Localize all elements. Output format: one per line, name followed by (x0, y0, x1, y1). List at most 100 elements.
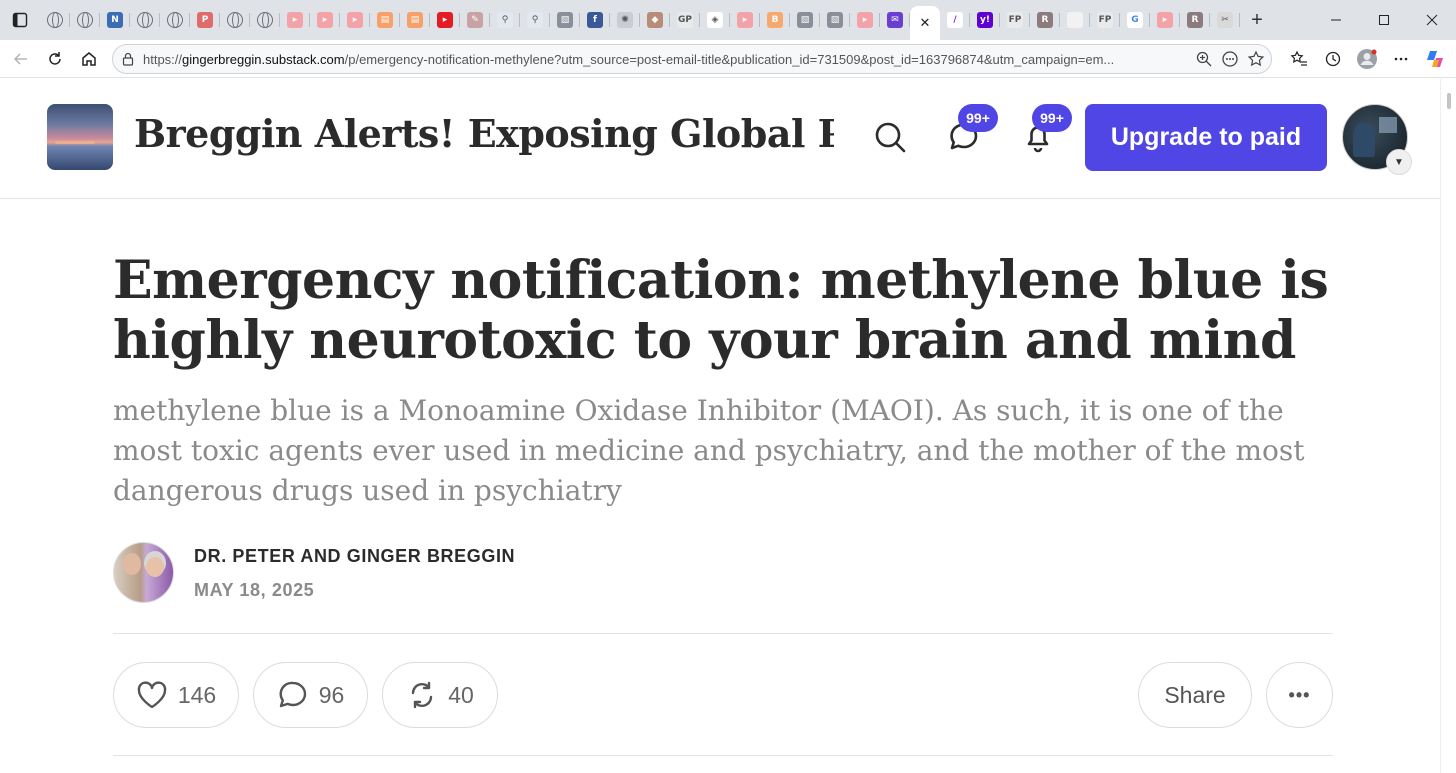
tab[interactable]: ▧ (820, 4, 850, 36)
tab[interactable]: G (1120, 4, 1150, 36)
close-window-icon (1426, 14, 1438, 26)
author-name[interactable]: DR. PETER AND GINGER BREGGIN (194, 546, 515, 567)
close-window-button[interactable] (1408, 0, 1456, 40)
tab[interactable]: ✉ (880, 4, 910, 36)
yahoo-slash-favicon-icon: / (947, 12, 963, 28)
tab[interactable]: ⚲ (520, 4, 550, 36)
site-header: Breggin Alerts! Exposing Global Pr... 99… (0, 79, 1440, 199)
back-button[interactable] (4, 42, 38, 76)
tab-actions-icon (12, 12, 28, 28)
search-button[interactable] (870, 117, 910, 157)
tab[interactable]: ▸ (430, 4, 460, 36)
fp-favicon-icon: FP (1097, 12, 1113, 28)
url-text[interactable]: https://gingerbreggin.substack.com/p/eme… (143, 52, 1163, 67)
restack-icon (412, 681, 433, 709)
tab[interactable]: ✺ (610, 4, 640, 36)
tab[interactable]: P (190, 4, 220, 36)
tab[interactable]: ◆ (640, 4, 670, 36)
restack-button[interactable]: 40 (382, 662, 498, 728)
url-path: /p/emergency-notification-methylene?utm_… (344, 51, 1115, 67)
tab[interactable] (220, 4, 250, 36)
close-tab-icon[interactable]: ✕ (920, 15, 931, 31)
address-bar[interactable]: https://gingerbreggin.substack.com/p/eme… (112, 44, 1272, 74)
tab[interactable] (70, 4, 100, 36)
lock-icon[interactable] (121, 52, 135, 66)
mail-favicon-icon: ✉ (887, 12, 903, 28)
tab[interactable]: B (760, 4, 790, 36)
tab[interactable]: ▸ (850, 4, 880, 36)
url-scheme: https:// (143, 51, 183, 67)
globe-icon (47, 12, 63, 28)
publication-logo[interactable] (47, 104, 113, 170)
page-actions-icon[interactable] (1221, 50, 1239, 68)
maximize-icon (1379, 15, 1389, 25)
tab[interactable]: ▸ (1150, 4, 1180, 36)
tab[interactable]: R (1030, 4, 1060, 36)
publication-title[interactable]: Breggin Alerts! Exposing Global Pr... (134, 111, 834, 156)
tab[interactable]: ✎ (460, 4, 490, 36)
minimize-button[interactable] (1312, 0, 1360, 40)
more-options-button[interactable]: ••• (1266, 662, 1333, 728)
youtube-pink-favicon-icon: ▸ (1157, 12, 1173, 28)
chevron-down-icon[interactable]: ▼ (1386, 149, 1412, 175)
bird-favicon-icon: ✎ (467, 12, 483, 28)
more-horizontal-icon (1394, 57, 1408, 61)
share-button[interactable]: Share (1138, 662, 1252, 728)
profile-icon (1357, 49, 1377, 69)
profile-button[interactable] (1350, 42, 1384, 76)
favorites-button[interactable] (1282, 42, 1316, 76)
upgrade-to-paid-button[interactable]: Upgrade to paid (1085, 104, 1327, 171)
tab[interactable]: ▧ (790, 4, 820, 36)
comment-button[interactable]: 96 (253, 662, 368, 728)
tab[interactable]: ⚲ (490, 4, 520, 36)
page-scrollbar[interactable] (1440, 79, 1456, 773)
maximize-button[interactable] (1360, 0, 1408, 40)
favorite-star-icon[interactable] (1247, 50, 1265, 68)
tab[interactable] (250, 4, 280, 36)
history-button[interactable] (1316, 42, 1350, 76)
settings-more-button[interactable] (1384, 42, 1418, 76)
refresh-button[interactable] (38, 42, 72, 76)
copilot-button[interactable] (1418, 42, 1452, 76)
youtube-pink-favicon-icon: ▸ (347, 12, 363, 28)
tab[interactable]: ▸ (730, 4, 760, 36)
gp-favicon-icon: GP (677, 12, 693, 28)
image-favicon-icon: ▧ (827, 12, 843, 28)
tab-actions-button[interactable] (0, 0, 40, 40)
youtube-pink-favicon-icon: ▸ (857, 12, 873, 28)
tab[interactable]: ▤ (370, 4, 400, 36)
seal-favicon-icon: ✺ (617, 12, 633, 28)
tab[interactable]: f (580, 4, 610, 36)
tab-active[interactable]: ✕ (910, 6, 940, 40)
url-host: gingerbreggin.substack.com (182, 51, 345, 67)
pdf-favicon-icon: P (197, 12, 213, 28)
tab[interactable]: GP (670, 4, 700, 36)
new-tab-button[interactable]: + (1240, 3, 1274, 37)
tab[interactable]: FP (1090, 4, 1120, 36)
home-button[interactable] (72, 42, 106, 76)
tab[interactable]: ▤ (400, 4, 430, 36)
tab[interactable] (1060, 4, 1090, 36)
tab[interactable]: / (940, 4, 970, 36)
tab[interactable] (130, 4, 160, 36)
tab[interactable] (40, 4, 70, 36)
tab[interactable]: FP (1000, 4, 1030, 36)
author-avatar[interactable] (113, 542, 174, 603)
tab[interactable]: ▸ (340, 4, 370, 36)
tab[interactable]: ◈ (700, 4, 730, 36)
tab[interactable]: ✂ (1210, 4, 1240, 36)
like-button[interactable]: 146 (113, 662, 239, 728)
minimize-icon (1331, 19, 1341, 21)
tab[interactable] (160, 4, 190, 36)
tab[interactable]: ▸ (310, 4, 340, 36)
post-title: Emergency notification: methylene blue i… (113, 250, 1329, 371)
tab[interactable]: ▸ (280, 4, 310, 36)
blogger-favicon-icon: B (767, 12, 783, 28)
zoom-icon[interactable] (1195, 50, 1213, 68)
tab[interactable]: N (100, 4, 130, 36)
globe-icon (227, 12, 243, 28)
tab[interactable]: ▧ (550, 4, 580, 36)
tab[interactable]: y! (970, 4, 1000, 36)
tab[interactable]: R (1180, 4, 1210, 36)
scrollbar-thumb[interactable] (1447, 93, 1451, 109)
